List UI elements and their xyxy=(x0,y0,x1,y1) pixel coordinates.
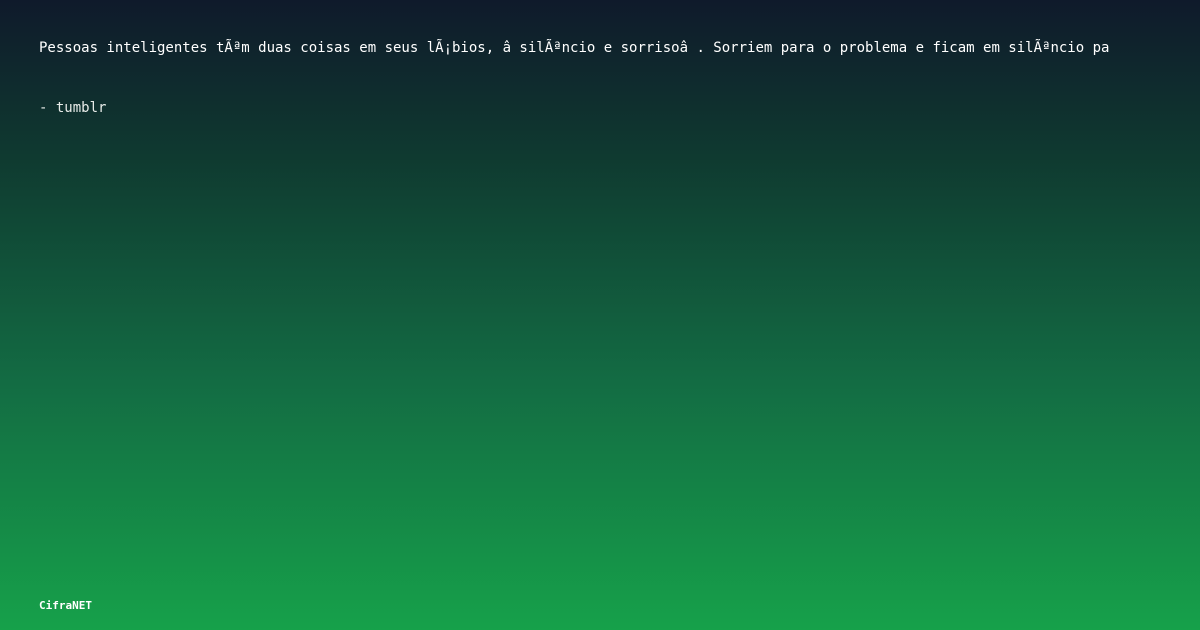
quote-attribution: - tumblr xyxy=(39,100,107,116)
brand-logo-text: CifraNET xyxy=(39,599,92,612)
quote-text: Pessoas inteligentes tÃªm duas coisas em… xyxy=(39,40,1110,56)
